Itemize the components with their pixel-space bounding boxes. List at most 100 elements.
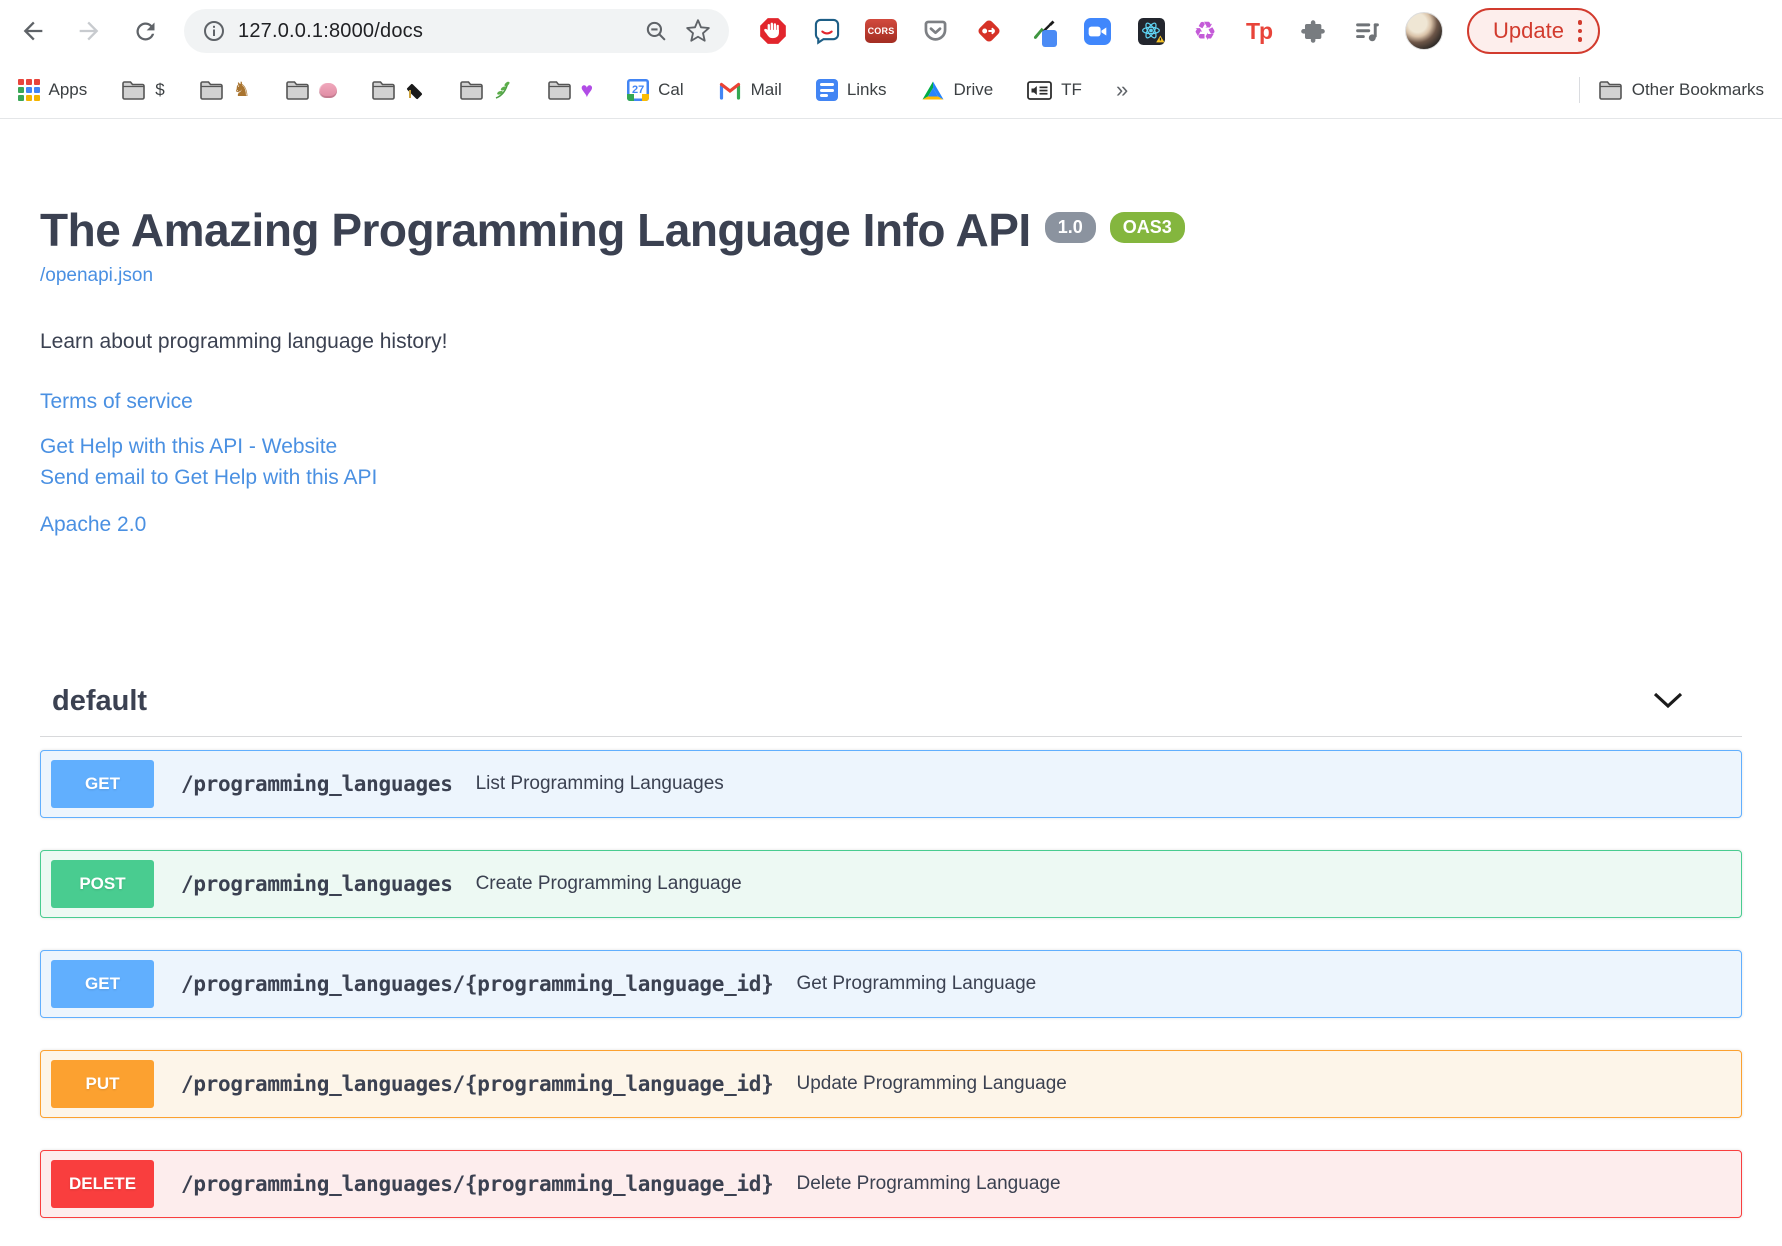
method-badge: GET — [51, 759, 154, 808]
tf-card-icon — [1027, 80, 1053, 100]
reload-button[interactable] — [128, 14, 162, 48]
folder-icon — [371, 80, 395, 100]
bookmark-label: Mail — [750, 80, 782, 99]
react-atom-icon — [1137, 17, 1165, 45]
folder-icon — [199, 80, 223, 100]
api-title-row: The Amazing Programming Language Info AP… — [40, 204, 1742, 257]
bookmark-links[interactable]: Links — [815, 79, 887, 101]
cors-extension-button[interactable]: CORS — [864, 17, 898, 45]
bookmark-label: Links — [846, 80, 887, 99]
url-text[interactable]: 127.0.0.1:8000/docs — [238, 20, 628, 43]
method-badge: DELETE — [51, 1159, 154, 1208]
star-icon — [686, 19, 710, 42]
music-playlist-icon — [1355, 23, 1379, 42]
endpoint-path: /programming_languages — [181, 871, 453, 896]
bookmarks-overflow-button[interactable]: » — [1116, 77, 1128, 103]
recycle-icon: ♻ — [1193, 16, 1217, 46]
adblock-extension-button[interactable] — [759, 17, 787, 45]
tp-extension-button[interactable]: Tp — [1245, 17, 1273, 45]
page-title: The Amazing Programming Language Info AP… — [40, 204, 1031, 256]
zoom-out-icon — [646, 21, 666, 40]
bookmark-label: Cal — [658, 80, 684, 99]
bookmark-calendar[interactable]: 27 Cal — [627, 79, 684, 101]
bookmark-folder-herb[interactable] — [459, 80, 513, 101]
bookmark-label: Drive — [953, 80, 994, 99]
bookmark-label: Other Bookmarks — [1631, 80, 1764, 99]
folder-icon — [547, 80, 571, 100]
api-description: Learn about programming language history… — [40, 329, 448, 353]
gmail-icon — [719, 82, 740, 100]
forward-icon — [79, 21, 99, 41]
method-badge: POST — [51, 859, 154, 908]
endpoint-row-get-list[interactable]: GET /programming_languages List Programm… — [40, 749, 1742, 818]
bookmark-folder-money[interactable]: $ — [121, 80, 165, 101]
calendar-icon: 27 — [627, 79, 650, 101]
apps-grid-icon — [18, 79, 40, 101]
browser-menu-icon[interactable] — [1577, 20, 1583, 42]
recycle-extension-button[interactable]: ♻ — [1191, 17, 1219, 45]
zoom-out-button[interactable] — [644, 19, 669, 44]
swagger-page: The Amazing Programming Language Info AP… — [0, 204, 1782, 1218]
bookmark-star-button[interactable] — [685, 18, 711, 44]
bookmark-folder-brain[interactable] — [285, 80, 337, 101]
help-email-link[interactable]: Send email to Get Help with this API — [40, 466, 1742, 490]
folder-icon — [122, 80, 146, 100]
extensions-menu-button[interactable] — [1299, 17, 1327, 45]
back-button[interactable] — [16, 14, 50, 48]
endpoint-row-post-create[interactable]: POST /programming_languages Create Progr… — [40, 849, 1742, 918]
puzzle-piece-icon — [1301, 20, 1325, 43]
endpoint-row-get-one[interactable]: GET /programming_languages/{programming_… — [40, 949, 1742, 1018]
tp-icon: Tp — [1245, 17, 1273, 44]
playlist-extension-button[interactable] — [1353, 17, 1381, 45]
bookmark-mail[interactable]: Mail — [718, 80, 782, 100]
bookmark-label: TF — [1061, 80, 1082, 99]
terms-of-service-link[interactable]: Terms of service — [40, 390, 1742, 414]
browser-toolbar: 127.0.0.1:8000/docs CORS ♻ Tp Update — [0, 0, 1782, 62]
zoom-extension-button[interactable] — [1083, 17, 1111, 45]
update-label: Update — [1493, 18, 1564, 43]
herb-icon — [495, 81, 510, 99]
endpoint-row-delete[interactable]: DELETE /programming_languages/{programmi… — [40, 1149, 1742, 1218]
section-collapse-button[interactable] — [1652, 691, 1684, 711]
other-bookmarks-group: Other Bookmarks — [1578, 77, 1764, 103]
react-devtools-extension-button[interactable] — [1137, 17, 1165, 45]
other-bookmarks-button[interactable]: Other Bookmarks — [1598, 80, 1764, 101]
bookmark-tf[interactable]: TF — [1027, 80, 1082, 100]
bookmark-label: $ — [155, 80, 165, 99]
openapi-spec-link[interactable]: /openapi.json — [40, 265, 153, 287]
chrome-update-button[interactable]: Update — [1467, 8, 1601, 54]
reload-icon — [135, 21, 154, 40]
folder-icon — [459, 80, 483, 100]
endpoint-summary: Update Programming Language — [796, 1072, 1067, 1094]
help-website-link[interactable]: Get Help with this API - Website — [40, 435, 1742, 459]
forward-button[interactable] — [72, 14, 106, 48]
bookmark-folder-carousel[interactable]: ♞ — [199, 80, 251, 101]
bookmarks-divider — [1578, 77, 1580, 103]
drive-icon — [922, 81, 943, 99]
red-diamond-icon — [978, 20, 1000, 42]
endpoint-path: /programming_languages/{programming_lang… — [181, 1171, 774, 1196]
bookmark-folder-favorites[interactable]: ♥ — [547, 80, 593, 101]
back-icon — [23, 21, 43, 41]
endpoint-path: /programming_languages/{programming_lang… — [181, 1071, 774, 1096]
folder-icon — [1598, 80, 1622, 100]
refactor-extension-button[interactable] — [975, 17, 1003, 45]
bookmark-drive[interactable]: Drive — [921, 80, 994, 101]
pocket-extension-button[interactable] — [921, 17, 949, 45]
bookmark-apps[interactable]: Apps — [18, 79, 87, 101]
endpoint-row-put-update[interactable]: PUT /programming_languages/{programming_… — [40, 1049, 1742, 1118]
folder-icon — [285, 80, 309, 100]
chevron-down-icon — [1653, 693, 1683, 709]
bookmark-label: Apps — [48, 80, 88, 99]
section-header-default[interactable]: default — [40, 685, 1742, 737]
endpoint-path: /programming_languages — [181, 771, 453, 796]
url-bar[interactable]: 127.0.0.1:8000/docs — [184, 9, 729, 53]
profile-avatar[interactable] — [1405, 12, 1443, 50]
chat-extension-button[interactable] — [813, 17, 841, 45]
oas-badge: OAS3 — [1109, 212, 1185, 243]
colorpicker-extension-button[interactable] — [1029, 17, 1057, 47]
site-info-icon[interactable] — [202, 19, 226, 43]
endpoint-summary: Delete Programming Language — [796, 1172, 1061, 1194]
bookmark-folder-education[interactable] — [371, 80, 425, 101]
license-link[interactable]: Apache 2.0 — [40, 513, 1742, 537]
